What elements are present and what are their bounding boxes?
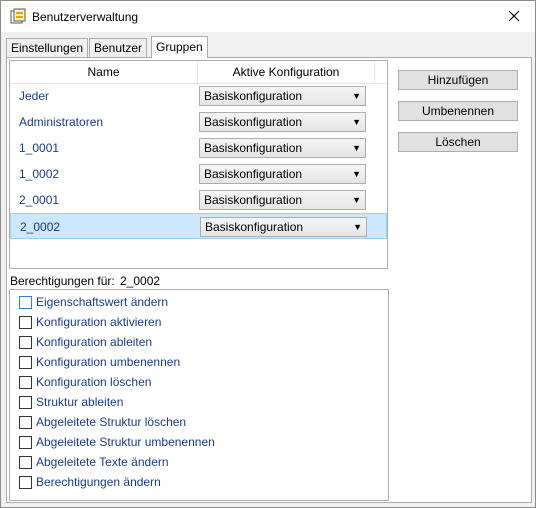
checkbox[interactable] [19, 416, 32, 429]
checkbox[interactable] [19, 316, 32, 329]
permission-label: Konfiguration ableiten [36, 335, 153, 349]
tab-benutzer[interactable]: Benutzer [89, 38, 148, 57]
dropdown-arrow-icon: ▼ [352, 195, 361, 205]
config-value: Basiskonfiguration [204, 167, 303, 181]
permission-label: Konfiguration löschen [36, 375, 152, 389]
group-name[interactable]: 2_0002 [20, 214, 60, 240]
checkbox[interactable] [19, 336, 32, 349]
permission-checkbox-struktur-loeschen[interactable]: Abgeleitete Struktur löschen [19, 412, 379, 432]
column-header-config[interactable]: Aktive Konfiguration [198, 61, 374, 83]
table-row[interactable]: Administratoren Basiskonfiguration ▼ [10, 109, 387, 135]
config-dropdown[interactable]: Basiskonfiguration ▼ [199, 86, 366, 106]
permission-label: Abgeleitete Texte ändern [36, 455, 169, 469]
permission-label: Struktur ableiten [36, 395, 124, 409]
groups-table: Name Aktive Konfiguration Jeder Basiskon… [9, 60, 388, 269]
close-icon[interactable] [505, 7, 523, 25]
permission-label: Abgeleitete Struktur umbenennen [36, 435, 215, 449]
user-management-icon [10, 8, 26, 24]
permission-checkbox-struktur-umbenennen[interactable]: Abgeleitete Struktur umbenennen [19, 432, 379, 452]
permission-checkbox-eigenschaftswert[interactable]: Eigenschaftswert ändern [19, 292, 379, 312]
checkbox[interactable] [19, 376, 32, 389]
config-dropdown[interactable]: Basiskonfiguration ▼ [199, 112, 366, 132]
permission-label: Eigenschaftswert ändern [36, 295, 169, 309]
table-row[interactable]: Jeder Basiskonfiguration ▼ [10, 83, 387, 109]
checkbox[interactable] [19, 296, 32, 309]
permission-checkbox-struktur-ableiten[interactable]: Struktur ableiten [19, 392, 379, 412]
checkbox[interactable] [19, 476, 32, 489]
permission-checkbox-texte-aendern[interactable]: Abgeleitete Texte ändern [19, 452, 379, 472]
checkbox[interactable] [19, 356, 32, 369]
delete-button[interactable]: Löschen [398, 132, 518, 152]
group-name[interactable]: 2_0001 [19, 187, 59, 213]
permissions-label: Berechtigungen für: [10, 274, 115, 288]
permissions-list: Eigenschaftswert ändern Konfiguration ak… [9, 289, 389, 501]
checkbox[interactable] [19, 456, 32, 469]
dialog-window: Benutzerverwaltung Einstellungen Benutze… [0, 0, 536, 508]
column-divider [374, 61, 375, 83]
config-dropdown[interactable]: Basiskonfiguration ▼ [199, 164, 366, 184]
rename-button[interactable]: Umbenennen [398, 101, 518, 121]
add-button[interactable]: Hinzufügen [398, 70, 518, 90]
config-value: Basiskonfiguration [204, 193, 303, 207]
permission-checkbox-konfig-loeschen[interactable]: Konfiguration löschen [19, 372, 379, 392]
dropdown-arrow-icon: ▼ [352, 91, 361, 101]
permission-checkbox-berechtigungen-aendern[interactable]: Berechtigungen ändern [19, 472, 379, 492]
group-name[interactable]: 1_0001 [19, 135, 59, 161]
config-dropdown[interactable]: Basiskonfiguration ▼ [199, 190, 366, 210]
permission-checkbox-konfig-umbenennen[interactable]: Konfiguration umbenennen [19, 352, 379, 372]
group-name[interactable]: Administratoren [19, 109, 103, 135]
group-name[interactable]: 1_0002 [19, 161, 59, 187]
table-row-selected[interactable]: 2_0002 Basiskonfiguration ▼ [10, 213, 387, 239]
config-value: Basiskonfiguration [204, 115, 303, 129]
checkbox[interactable] [19, 436, 32, 449]
config-dropdown[interactable]: Basiskonfiguration ▼ [200, 217, 367, 237]
title-bar: Benutzerverwaltung [1, 1, 535, 32]
config-value: Basiskonfiguration [204, 141, 303, 155]
group-name[interactable]: Jeder [19, 83, 49, 109]
permission-label: Berechtigungen ändern [36, 475, 161, 489]
permission-label: Konfiguration aktivieren [36, 315, 162, 329]
table-row[interactable]: 1_0002 Basiskonfiguration ▼ [10, 161, 387, 187]
permission-checkbox-konfig-ableiten[interactable]: Konfiguration ableiten [19, 332, 379, 352]
checkbox[interactable] [19, 396, 32, 409]
table-row[interactable]: 1_0001 Basiskonfiguration ▼ [10, 135, 387, 161]
dropdown-arrow-icon: ▼ [352, 117, 361, 127]
column-header-name[interactable]: Name [10, 61, 197, 83]
tab-einstellungen[interactable]: Einstellungen [6, 38, 89, 57]
permission-checkbox-konfig-aktivieren[interactable]: Konfiguration aktivieren [19, 312, 379, 332]
permission-label: Abgeleitete Struktur löschen [36, 415, 187, 429]
config-dropdown[interactable]: Basiskonfiguration ▼ [199, 138, 366, 158]
window-title: Benutzerverwaltung [32, 10, 139, 24]
dropdown-arrow-icon: ▼ [353, 222, 362, 232]
permission-label: Konfiguration umbenennen [36, 355, 181, 369]
config-value: Basiskonfiguration [204, 89, 303, 103]
dropdown-arrow-icon: ▼ [352, 143, 361, 153]
dropdown-arrow-icon: ▼ [352, 169, 361, 179]
table-header: Name Aktive Konfiguration [10, 61, 387, 84]
table-row[interactable]: 2_0001 Basiskonfiguration ▼ [10, 187, 387, 213]
config-value: Basiskonfiguration [205, 220, 304, 234]
tab-gruppen[interactable]: Gruppen [151, 36, 208, 58]
permissions-group-value: 2_0002 [120, 274, 161, 288]
